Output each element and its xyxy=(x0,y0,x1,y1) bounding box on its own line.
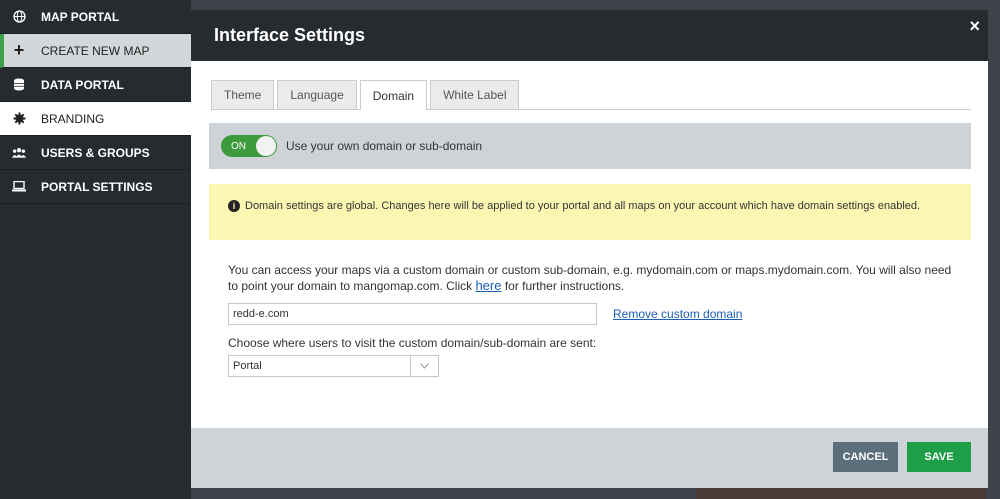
sidebar-item-label: CREATE NEW MAP xyxy=(41,43,150,58)
domain-toggle-bar: ON Use your own domain or sub-domain xyxy=(209,123,971,169)
domain-notice: i Domain settings are global. Changes he… xyxy=(209,184,971,240)
dialog-title: Interface Settings xyxy=(214,25,366,45)
plus-icon: + xyxy=(13,40,25,60)
instructions-link[interactable]: here xyxy=(475,278,501,293)
redirect-label: Choose where users to visit the custom d… xyxy=(228,336,597,350)
redirect-select[interactable]: Portal xyxy=(228,355,439,377)
remove-custom-domain-link[interactable]: Remove custom domain xyxy=(613,307,742,321)
sidebar-item-portal-settings[interactable]: PORTAL SETTINGS xyxy=(0,170,191,204)
save-button[interactable]: SAVE xyxy=(907,442,971,472)
sidebar-item-label: PORTAL SETTINGS xyxy=(41,179,153,194)
laptop-icon xyxy=(12,180,26,194)
redirect-select-value: Portal xyxy=(233,360,262,372)
domain-description: You can access your maps via a custom do… xyxy=(228,263,963,294)
tab-language[interactable]: Language xyxy=(277,80,357,109)
sidebar-item-users-groups[interactable]: USERS & GROUPS xyxy=(0,136,191,170)
description-text-end: for further instructions. xyxy=(501,279,625,293)
dialog-header: Interface Settings xyxy=(191,10,988,61)
sidebar-item-map-portal[interactable]: MAP PORTAL xyxy=(0,0,191,34)
close-icon[interactable]: × xyxy=(969,16,980,37)
sidebar-item-label: DATA PORTAL xyxy=(41,77,124,92)
sidebar-item-branding[interactable]: BRANDING xyxy=(0,102,191,136)
sidebar-item-label: MAP PORTAL xyxy=(41,9,120,24)
cancel-button[interactable]: CANCEL xyxy=(833,442,898,472)
database-icon xyxy=(12,78,26,92)
toggle-state: ON xyxy=(231,140,246,152)
tab-domain[interactable]: Domain xyxy=(359,80,428,110)
info-icon: i xyxy=(228,200,240,212)
chevron-down-icon[interactable] xyxy=(410,356,438,376)
toggle-label: Use your own domain or sub-domain xyxy=(286,139,483,153)
dialog-footer: CANCEL SAVE xyxy=(191,428,988,488)
globe-icon xyxy=(12,10,26,24)
users-icon xyxy=(12,146,26,160)
tab-theme[interactable]: Theme xyxy=(211,80,275,109)
interface-settings-dialog: Interface Settings × Theme Language Doma… xyxy=(191,10,988,488)
gear-icon xyxy=(12,112,26,126)
sidebar-item-label: BRANDING xyxy=(41,111,105,126)
custom-domain-toggle[interactable]: ON xyxy=(221,135,277,157)
domain-input[interactable] xyxy=(228,303,597,325)
sidebar-item-label: USERS & GROUPS xyxy=(41,145,150,160)
sidebar-item-data-portal[interactable]: DATA PORTAL xyxy=(0,68,191,102)
settings-tabs: Theme Language Domain White Label xyxy=(211,80,971,110)
sidebar-item-create-new-map[interactable]: + CREATE NEW MAP xyxy=(0,34,191,68)
notice-text: Domain settings are global. Changes here… xyxy=(245,200,921,212)
toggle-knob xyxy=(256,136,276,156)
tab-white-label[interactable]: White Label xyxy=(430,80,520,109)
sidebar: MAP PORTAL + CREATE NEW MAP DATA PORTAL … xyxy=(0,0,191,499)
